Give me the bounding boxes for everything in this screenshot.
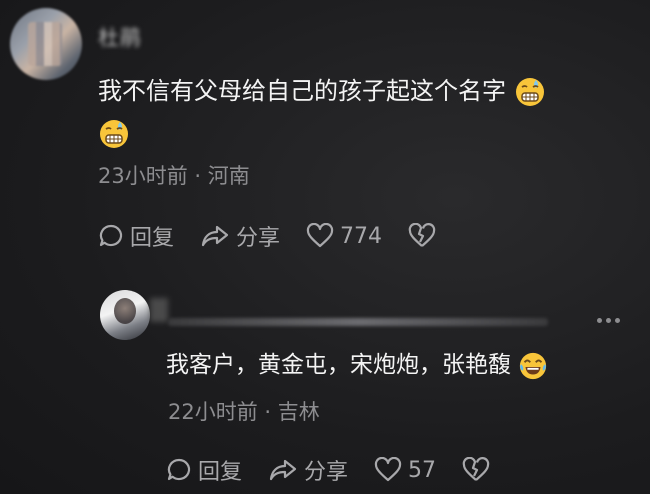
reply-meta: 22小时前 · 吉林 bbox=[168, 400, 320, 424]
reply-reply-button[interactable]: 回复 bbox=[166, 454, 242, 486]
heart-icon bbox=[374, 457, 402, 482]
reply-label: 回复 bbox=[130, 226, 175, 251]
reply-text: 我客户，黄金屯，宋炮炮，张艳馥 bbox=[166, 348, 548, 382]
share-label: 分享 bbox=[236, 226, 281, 251]
comment-avatar[interactable] bbox=[10, 8, 82, 80]
share-button[interactable]: 分享 bbox=[200, 220, 280, 252]
reply-like-button[interactable]: 57 bbox=[374, 457, 436, 483]
reply-username-obscured bbox=[150, 298, 168, 322]
like-count: 57 bbox=[408, 457, 437, 483]
grimacing-sweat-emoji-icon bbox=[515, 78, 544, 106]
reply-share-button[interactable]: 分享 bbox=[268, 454, 348, 486]
reply-actions: 回复 分享 57 bbox=[166, 454, 516, 486]
reply-body: 我客户，黄金屯，宋炮炮，张艳馥 bbox=[166, 352, 511, 378]
dislike-button[interactable] bbox=[408, 223, 436, 249]
comment-actions: 回复 分享 774 bbox=[98, 220, 462, 252]
reply-username[interactable] bbox=[168, 318, 548, 326]
reply-button[interactable]: 回复 bbox=[98, 220, 174, 252]
comment-bubble-icon bbox=[167, 458, 191, 481]
reply-avatar[interactable] bbox=[100, 290, 150, 340]
grimacing-sweat-emoji-icon bbox=[100, 120, 128, 148]
like-count: 774 bbox=[340, 223, 383, 249]
heart-icon bbox=[306, 223, 334, 248]
reply-dislike-button[interactable] bbox=[462, 457, 490, 483]
more-options-icon[interactable] bbox=[597, 318, 624, 323]
reply-label: 回复 bbox=[198, 460, 243, 485]
comment-meta: 23小时前 · 河南 bbox=[98, 164, 250, 188]
comment-username[interactable]: 杜鹃 bbox=[98, 22, 142, 52]
comment-body: 我不信有父母给自己的孩子起这个名字 bbox=[98, 77, 506, 105]
broken-heart-icon bbox=[462, 457, 490, 481]
broken-heart-icon bbox=[408, 223, 436, 247]
comment-text: 我不信有父母给自己的孩子起这个名字 bbox=[98, 70, 598, 154]
share-label: 分享 bbox=[304, 460, 349, 485]
tears-of-joy-emoji-icon bbox=[520, 352, 547, 379]
share-arrow-icon bbox=[201, 225, 229, 247]
comment-bubble-icon bbox=[99, 224, 123, 247]
like-button[interactable]: 774 bbox=[306, 223, 382, 249]
share-arrow-icon bbox=[269, 459, 297, 481]
